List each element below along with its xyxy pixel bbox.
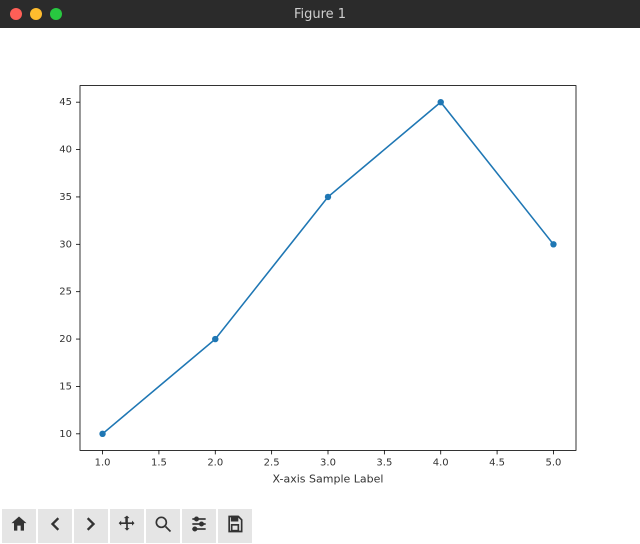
window-titlebar: Figure 1 — [0, 0, 640, 28]
nav-toolbar — [0, 508, 640, 544]
x-tick-label: 3.5 — [376, 457, 392, 468]
zoom-icon — [153, 514, 173, 538]
y-tick-label: 30 — [59, 239, 72, 250]
x-tick-label: 2.5 — [264, 457, 280, 468]
x-tick-label: 4.0 — [433, 457, 449, 468]
x-tick-label: 1.5 — [151, 457, 167, 468]
y-tick-label: 40 — [59, 145, 72, 156]
zoom-button[interactable] — [146, 509, 180, 543]
arrow-right-icon — [81, 514, 101, 538]
maximize-icon[interactable] — [50, 8, 62, 20]
y-tick-label: 20 — [59, 334, 72, 345]
plot-svg: 1.0 1.5 2.0 2.5 3.0 3.5 4.0 4.5 5.0 10 15 20 25 30 35 4… — [0, 28, 640, 508]
window-title: Figure 1 — [0, 7, 640, 22]
save-icon — [225, 514, 245, 538]
sliders-icon — [189, 514, 209, 538]
save-button[interactable] — [218, 509, 252, 543]
x-tick-label: 3.0 — [320, 457, 336, 468]
data-point — [99, 431, 105, 437]
data-point — [550, 241, 556, 247]
pan-button[interactable] — [110, 509, 144, 543]
forward-button[interactable] — [74, 509, 108, 543]
minimize-icon[interactable] — [30, 8, 42, 20]
back-button[interactable] — [38, 509, 72, 543]
y-tick-label: 35 — [59, 192, 72, 203]
close-icon[interactable] — [10, 8, 22, 20]
move-icon — [117, 514, 137, 538]
traffic-lights — [10, 8, 62, 20]
y-tick-label: 45 — [59, 97, 72, 108]
home-icon — [9, 514, 29, 538]
data-point — [438, 99, 444, 105]
figure-canvas[interactable]: 1.0 1.5 2.0 2.5 3.0 3.5 4.0 4.5 5.0 10 15 20 25 30 35 4… — [0, 28, 640, 508]
x-tick-label: 1.0 — [95, 457, 111, 468]
arrow-left-icon — [45, 514, 65, 538]
y-tick-label: 15 — [59, 381, 72, 392]
x-tick-label: 5.0 — [546, 457, 562, 468]
y-tick-label: 10 — [59, 429, 72, 440]
subplots-button[interactable] — [182, 509, 216, 543]
data-point — [325, 194, 331, 200]
x-tick-label: 4.5 — [489, 457, 505, 468]
x-axis-label: X-axis Sample Label — [273, 472, 384, 485]
home-button[interactable] — [2, 509, 36, 543]
data-point — [212, 336, 218, 342]
y-tick-label: 25 — [59, 287, 72, 298]
x-tick-label: 2.0 — [207, 457, 223, 468]
